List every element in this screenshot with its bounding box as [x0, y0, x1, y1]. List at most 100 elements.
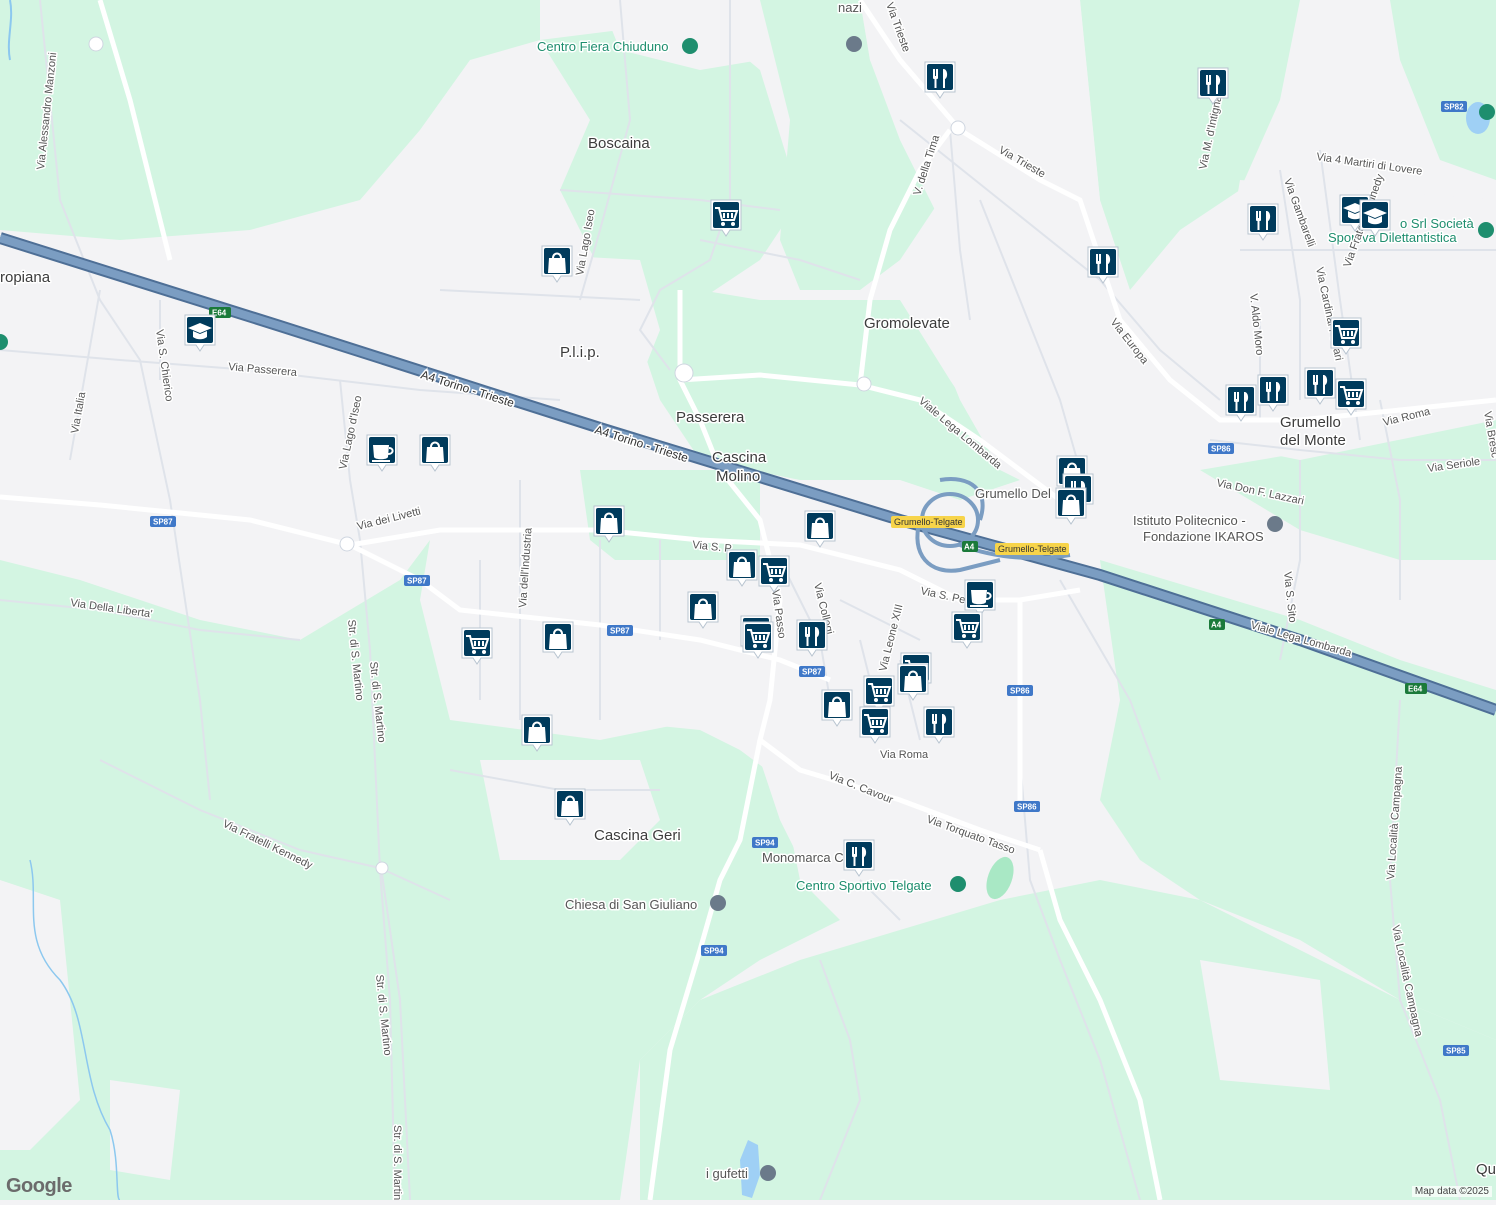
- place-label-grumello-2: del Monte: [1280, 432, 1346, 449]
- svg-text:SP86: SP86: [1010, 687, 1030, 696]
- svg-text:SP86: SP86: [1211, 445, 1231, 454]
- place-label-grumello-1: Grumello: [1280, 414, 1341, 431]
- svg-text:SP94: SP94: [704, 947, 724, 956]
- poi-marker-shopping[interactable]: [1054, 486, 1088, 528]
- poi-marker-grocery[interactable]: [950, 610, 984, 652]
- shopping-bag-icon: [821, 689, 853, 727]
- shield-sp87-1: SP87: [150, 516, 176, 527]
- poi-marker-shopping[interactable]: [520, 713, 554, 755]
- svg-text:SP86: SP86: [1017, 803, 1037, 812]
- svg-text:SP87: SP87: [802, 668, 822, 677]
- poi-marker-shopping[interactable]: [896, 662, 930, 704]
- place-label-plip: P.l.i.p.: [560, 344, 600, 361]
- poi-label-manzi: nazi: [838, 0, 862, 15]
- map-attribution[interactable]: Map data ©2025: [1411, 1186, 1492, 1197]
- shield-sp82: SP82: [1441, 101, 1467, 112]
- restaurant-icon: [1304, 367, 1336, 405]
- poi-marker-restaurant[interactable]: [1303, 366, 1337, 408]
- coffee-cup-icon: [366, 434, 398, 472]
- poi-marker-restaurant[interactable]: [922, 705, 956, 747]
- poi-label-gufetti: i gufetti: [706, 1166, 748, 1181]
- shopping-bag-icon: [897, 663, 929, 701]
- poi-marker-cafe[interactable]: [365, 433, 399, 475]
- shopping-cart-icon: [710, 199, 742, 237]
- shield-sp86-1: SP86: [1208, 443, 1234, 454]
- poi-marker-restaurant[interactable]: [842, 838, 876, 880]
- shield-sp86-2: SP86: [1007, 685, 1033, 696]
- restaurant-icon: [1197, 67, 1229, 105]
- map-canvas[interactable]: Boscaina P.l.i.p. Passerera Cascina Moli…: [0, 0, 1496, 1205]
- street-label-str-martino-4: Str. di S. Martino: [391, 1125, 403, 1200]
- poi-marker-shopping[interactable]: [803, 509, 837, 551]
- poi-label-grumello-del: Grumello Del: [975, 486, 1051, 501]
- restaurant-icon: [796, 619, 828, 657]
- poi-marker-school[interactable]: [1358, 198, 1392, 240]
- poi-marker-restaurant[interactable]: [795, 618, 829, 660]
- svg-text:A4: A4: [964, 543, 975, 552]
- poi-marker-shopping[interactable]: [418, 433, 452, 475]
- poi-marker-grocery[interactable]: [858, 705, 892, 747]
- shopping-cart-icon: [1335, 378, 1367, 416]
- svg-text:A4: A4: [1211, 621, 1222, 630]
- poi-marker-grocery[interactable]: [709, 198, 743, 240]
- poi-marker-shopping[interactable]: [541, 620, 575, 662]
- shield-sp94-2: SP94: [701, 945, 727, 956]
- place-label-europiana: ropiana: [0, 269, 51, 286]
- place-label-cascina-molino-2: Molino: [716, 468, 760, 485]
- shopping-bag-icon: [419, 434, 451, 472]
- shield-exit-2: Grumello-Telgate: [995, 543, 1069, 555]
- shopping-bag-icon: [593, 505, 625, 543]
- shopping-cart-icon: [758, 555, 790, 593]
- shopping-cart-icon: [859, 706, 891, 744]
- shopping-bag-icon: [521, 714, 553, 752]
- poi-marker-grocery[interactable]: [741, 620, 775, 662]
- poi-label-srl-1: o Srl Società: [1400, 216, 1474, 231]
- place-label-gromolevate: Gromolevate: [864, 315, 950, 332]
- svg-text:E64: E64: [1408, 685, 1423, 694]
- poi-marker-grocery[interactable]: [1329, 316, 1363, 358]
- poi-marker-restaurant[interactable]: [923, 60, 957, 102]
- restaurant-icon: [1257, 374, 1289, 412]
- ikaros-pin-icon: [1267, 516, 1283, 532]
- poi-marker-shopping[interactable]: [820, 688, 854, 730]
- gufetti-pin-icon: [760, 1165, 776, 1181]
- poi-marker-school[interactable]: [183, 313, 217, 355]
- poi-marker-restaurant[interactable]: [1224, 383, 1258, 425]
- poi-marker-restaurant[interactable]: [1256, 373, 1290, 415]
- poi-label-ikaros-2: Fondazione IKAROS: [1143, 529, 1264, 544]
- shield-sp87-4: SP87: [799, 666, 825, 677]
- poi-marker-shopping[interactable]: [686, 590, 720, 632]
- shield-sp85: SP85: [1443, 1045, 1469, 1056]
- graduation-cap-icon: [184, 314, 216, 352]
- graduation-cap-icon: [1359, 199, 1391, 237]
- school-pin-icon: [846, 36, 862, 52]
- shield-e64-2: E64: [1405, 683, 1427, 694]
- poi-marker-grocery[interactable]: [1334, 377, 1368, 419]
- shield-sp87-3: SP87: [607, 625, 633, 636]
- restaurant-icon: [843, 839, 875, 877]
- shield-sp94-1: SP94: [752, 837, 778, 848]
- poi-marker-shopping[interactable]: [540, 244, 574, 286]
- poi-marker-grocery[interactable]: [757, 554, 791, 596]
- poi-marker-grocery[interactable]: [460, 626, 494, 668]
- svg-text:SP85: SP85: [1446, 1047, 1466, 1056]
- restaurant-icon: [1247, 203, 1279, 241]
- poi-marker-restaurant[interactable]: [1246, 202, 1280, 244]
- poi-label-chiesa: Chiesa di San Giuliano: [565, 897, 697, 912]
- church-pin-icon: [710, 895, 726, 911]
- restaurant-icon: [1087, 246, 1119, 284]
- poi-marker-shopping[interactable]: [725, 548, 759, 590]
- svg-text:SP82: SP82: [1444, 103, 1464, 112]
- street-label-via-roma-2: Via Roma: [880, 749, 929, 761]
- sport-center-pin-icon: [950, 876, 966, 892]
- shopping-bag-icon: [541, 245, 573, 283]
- poi-marker-shopping[interactable]: [592, 504, 626, 546]
- place-label-cascina-molino-1: Cascina: [712, 449, 767, 466]
- shopping-bag-icon: [687, 591, 719, 629]
- svg-text:Grumello-Telgate: Grumello-Telgate: [894, 517, 963, 527]
- poi-marker-restaurant[interactable]: [1196, 66, 1230, 108]
- poi-marker-shopping[interactable]: [553, 787, 587, 829]
- poi-marker-restaurant[interactable]: [1086, 245, 1120, 287]
- shopping-cart-icon: [461, 627, 493, 665]
- svg-text:SP87: SP87: [407, 577, 427, 586]
